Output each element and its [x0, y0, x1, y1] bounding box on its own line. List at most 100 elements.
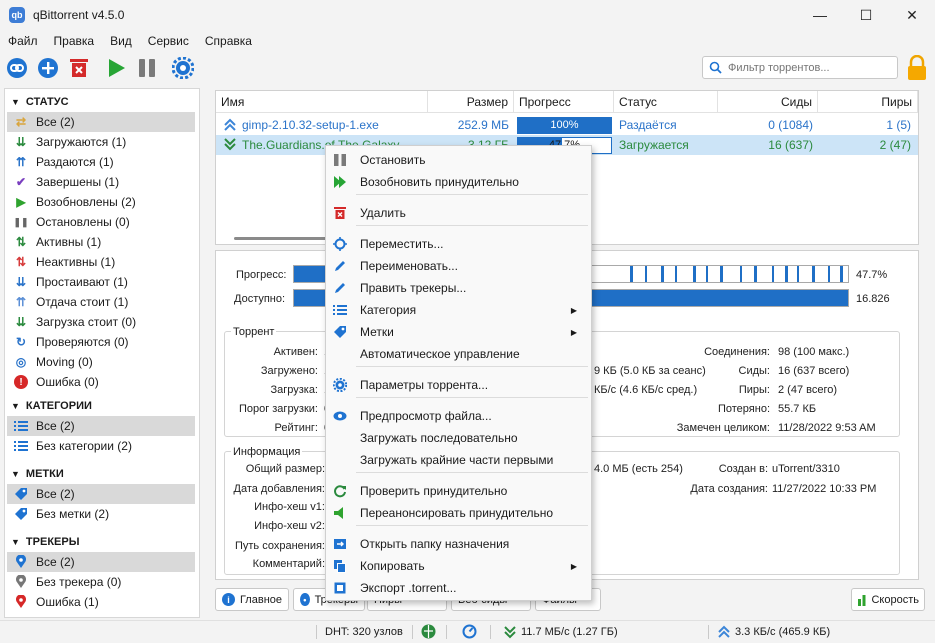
- torrent-row[interactable]: gimp-2.10.32-setup-1.exe 252.9 МБ 100% Р…: [216, 115, 918, 135]
- last-seen-complete-label: Замечен целиком:: [676, 422, 770, 434]
- context-menu-label: Параметры торрента...: [360, 378, 489, 392]
- menu-edit[interactable]: Правка: [46, 34, 103, 48]
- column-status[interactable]: Статус: [614, 91, 718, 113]
- context-menu-item[interactable]: Метки ▶: [326, 321, 591, 343]
- creation-date-label: Дата создания:: [690, 483, 768, 495]
- status-filter-item[interactable]: ✔ Завершены (1): [7, 172, 195, 192]
- options-button[interactable]: [171, 56, 195, 80]
- column-progress[interactable]: Прогресс: [514, 91, 614, 113]
- column-size[interactable]: Размер: [428, 91, 514, 113]
- tab-general[interactable]: i Главное: [215, 588, 289, 611]
- context-menu-item[interactable]: Возобновить принудительно: [326, 171, 591, 193]
- status-filter-label: Загружаются (1): [36, 135, 127, 149]
- category-item-all[interactable]: Все (2): [7, 416, 195, 436]
- context-menu-item[interactable]: Править трекеры...: [326, 277, 591, 299]
- status-separator: [708, 625, 709, 639]
- context-menu-item[interactable]: Удалить: [326, 202, 591, 224]
- copy-icon: [332, 558, 348, 574]
- menu-file[interactable]: Файл: [0, 34, 46, 48]
- context-menu-item[interactable]: Экспорт .torrent...: [326, 577, 591, 599]
- tags-section-header[interactable]: ▼ МЕТКИ: [5, 464, 199, 484]
- context-menu-item[interactable]: Открыть папку назначения: [326, 533, 591, 555]
- context-menu-item[interactable]: Переанонсировать принудительно: [326, 502, 591, 524]
- status-filter-item[interactable]: ⇊ Загружаются (1): [7, 132, 195, 152]
- tag-item-all[interactable]: Все (2): [7, 484, 195, 504]
- status-filter-item[interactable]: ⇈ Раздаются (1): [7, 152, 195, 172]
- menu-tools[interactable]: Сервис: [140, 34, 197, 48]
- column-peers[interactable]: Пиры: [818, 91, 918, 113]
- upload-speed-status[interactable]: 3.3 КБ/с (465.9 КБ): [735, 626, 830, 638]
- context-menu-item[interactable]: Автоматическое управление: [326, 343, 591, 365]
- context-menu-item[interactable]: Копировать ▶: [326, 555, 591, 577]
- tracker-item-all[interactable]: Все (2): [7, 552, 195, 572]
- status-filter-item[interactable]: ❚❚ Остановлены (0): [7, 212, 195, 232]
- download-speed-status[interactable]: 11.7 МБ/с (1.27 ГБ): [521, 626, 618, 638]
- context-menu-item[interactable]: Остановить: [326, 149, 591, 171]
- status-filter-item[interactable]: ◎ Moving (0): [7, 352, 195, 372]
- add-link-button[interactable]: [5, 56, 29, 80]
- status-filter-item[interactable]: ↻ Проверяются (0): [7, 332, 195, 352]
- pause-button[interactable]: [135, 56, 159, 80]
- creation-date-value: 11/27/2022 10:33 PM: [772, 483, 877, 495]
- add-torrent-button[interactable]: [36, 56, 60, 80]
- menu-view[interactable]: Вид: [102, 34, 140, 48]
- trackers-section-header[interactable]: ▼ ТРЕКЕРЫ: [5, 532, 199, 552]
- status-filter-item[interactable]: ⇊ Простаивают (1): [7, 272, 195, 292]
- connections-label: Соединения:: [704, 346, 770, 358]
- category-icon: [332, 302, 348, 318]
- context-menu-item[interactable]: Загружать последовательно: [326, 427, 591, 449]
- context-menu-item[interactable]: Загружать крайние части первыми: [326, 449, 591, 471]
- torrent-filter-field[interactable]: [702, 56, 898, 79]
- tag-item-untagged[interactable]: Без метки (2): [7, 504, 195, 524]
- torrent-filter-input[interactable]: [728, 61, 888, 74]
- downloaded-label: Загружено:: [260, 365, 318, 377]
- tracker-item-trackerless[interactable]: Без трекера (0): [7, 572, 195, 592]
- trackers-header-label: ТРЕКЕРЫ: [25, 536, 80, 548]
- save-path-label: Путь сохранения:: [234, 540, 325, 552]
- minimize-button[interactable]: —: [797, 0, 843, 30]
- status-bar: DHT: 320 узлов 11.7 МБ/с (1.27 ГБ) 3.3 К…: [0, 620, 935, 643]
- status-filter-label: Остановлены (0): [36, 215, 130, 229]
- status-filter-item[interactable]: ⇄ Все (2): [7, 112, 195, 132]
- categories-section-header[interactable]: ▼ КАТЕГОРИИ: [5, 396, 199, 416]
- info-icon: i: [222, 593, 235, 606]
- status-filter-item[interactable]: ⇈ Отдача стоит (1): [7, 292, 195, 312]
- status-filter-item[interactable]: ⇅ Активны (1): [7, 232, 195, 252]
- status-separator: [490, 625, 491, 639]
- alt-speed-icon[interactable]: [462, 624, 477, 642]
- context-menu-item[interactable]: Переименовать...: [326, 255, 591, 277]
- status-filter-item[interactable]: ! Ошибка (0): [7, 372, 195, 392]
- gear-icon: [172, 57, 194, 79]
- tracker-label: Без трекера (0): [36, 575, 122, 589]
- progress-text: 100%: [550, 119, 579, 131]
- export-icon: [332, 580, 348, 596]
- wasted-value: 55.7 КБ: [778, 403, 817, 415]
- lock-button[interactable]: [906, 54, 928, 81]
- status-section-header[interactable]: ▼ СТАТУС: [5, 92, 199, 112]
- delete-torrent-button[interactable]: [67, 56, 91, 80]
- torrent-seeds: 0 (1084): [768, 118, 813, 132]
- status-filter-item[interactable]: ▶ Возобновлены (2): [7, 192, 195, 212]
- context-menu-item[interactable]: Переместить...: [326, 233, 591, 255]
- maximize-button[interactable]: ☐: [843, 0, 889, 30]
- status-filter-item[interactable]: ⇊ Загрузка стоит (0): [7, 312, 195, 332]
- column-name[interactable]: Имя: [216, 91, 428, 113]
- close-window-button[interactable]: ✕: [889, 0, 935, 30]
- category-item-uncategorized[interactable]: Без категории (2): [7, 436, 195, 456]
- column-seeds[interactable]: Сиды: [718, 91, 818, 113]
- context-menu-label: Проверить принудительно: [360, 484, 508, 498]
- progress-percent: 47.7%: [856, 269, 888, 281]
- menu-help[interactable]: Справка: [197, 34, 260, 48]
- speed-button[interactable]: Скорость: [851, 588, 925, 611]
- context-menu-item[interactable]: Категория ▶: [326, 299, 591, 321]
- context-menu-item[interactable]: Проверить принудительно: [326, 480, 591, 502]
- speed-button-label: Скорость: [871, 593, 919, 606]
- context-menu-item[interactable]: Параметры торрента...: [326, 374, 591, 396]
- context-menu-item[interactable]: Предпросмотр файла...: [326, 405, 591, 427]
- menu-bar: Файл Правка Вид Сервис Справка: [0, 31, 260, 51]
- tracker-item-error[interactable]: Ошибка (1): [7, 592, 195, 612]
- error-icon: !: [14, 375, 28, 389]
- resume-button[interactable]: [104, 56, 128, 80]
- status-filter-item[interactable]: ⇅ Неактивны (1): [7, 252, 195, 272]
- connection-status-icon[interactable]: [421, 624, 436, 642]
